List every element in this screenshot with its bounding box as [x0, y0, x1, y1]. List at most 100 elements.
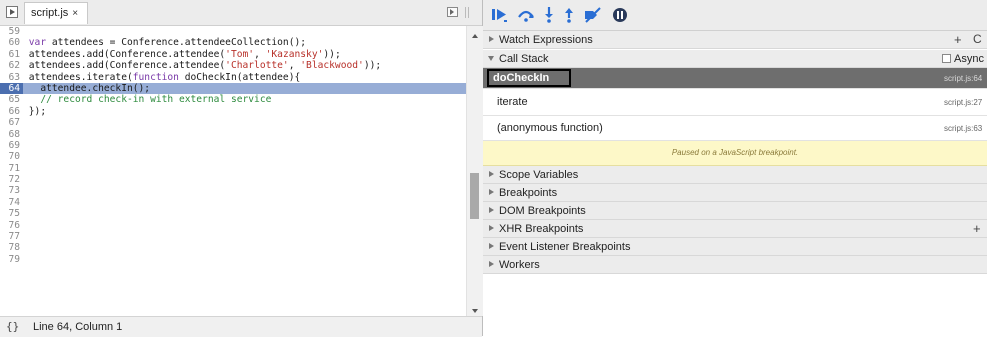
- code-token: doCheckIn(attendee){: [184, 71, 301, 83]
- step-out-icon[interactable]: [562, 6, 576, 24]
- line-number[interactable]: 71: [0, 163, 23, 174]
- code-line[interactable]: 79: [0, 254, 466, 265]
- line-number[interactable]: 70: [0, 151, 23, 162]
- code-line[interactable]: 69: [0, 140, 466, 151]
- line-number[interactable]: 78: [0, 242, 23, 253]
- scrollbar-thumb[interactable]: [470, 173, 479, 219]
- code-token: attendees.add(Conference.attendee(: [28, 48, 226, 60]
- call-stack-section[interactable]: Call Stack Async: [483, 50, 987, 68]
- tab-label: script.js: [31, 7, 69, 19]
- code-line-current[interactable]: 64 attendee.checkIn();: [0, 82, 466, 95]
- code-line[interactable]: 78: [0, 242, 466, 253]
- code-area[interactable]: 59 60 var attendees = Conference.attende…: [0, 26, 466, 316]
- line-number[interactable]: 66: [0, 106, 23, 117]
- refresh-watch-icon[interactable]: C: [973, 32, 982, 46]
- line-number[interactable]: 60: [0, 37, 23, 48]
- call-frame-iterate[interactable]: iterate script.js:27: [483, 89, 987, 116]
- dom-breakpoints-section[interactable]: DOM Breakpoints: [483, 202, 987, 220]
- line-number[interactable]: 76: [0, 220, 23, 231]
- code-token: var: [28, 37, 52, 49]
- gutter-space: [23, 231, 29, 242]
- code-line[interactable]: 67: [0, 117, 466, 128]
- call-frame-anonymous[interactable]: (anonymous function) script.js:63: [483, 116, 987, 141]
- watch-expressions-section[interactable]: Watch Expressions + C: [483, 31, 987, 49]
- code-line[interactable]: 76: [0, 220, 466, 231]
- code-line[interactable]: 71: [0, 163, 466, 174]
- frame-location[interactable]: script.js:64: [944, 74, 982, 83]
- line-number[interactable]: 63: [0, 72, 23, 83]
- section-label: XHR Breakpoints: [499, 223, 584, 235]
- code-token: // record check-in with external service: [28, 94, 272, 106]
- code-line[interactable]: 65 // record check-in with external serv…: [0, 94, 466, 105]
- xhr-breakpoints-section[interactable]: XHR Breakpoints +: [483, 220, 987, 238]
- section-label: DOM Breakpoints: [499, 205, 586, 217]
- paused-message: Paused on a JavaScript breakpoint.: [671, 148, 799, 157]
- code-line[interactable]: 66 });: [0, 106, 466, 117]
- line-number[interactable]: 62: [0, 60, 23, 71]
- frame-location[interactable]: script.js:27: [944, 98, 982, 107]
- code-line[interactable]: 73: [0, 185, 466, 196]
- add-xhr-breakpoint-icon[interactable]: +: [973, 221, 981, 236]
- line-number[interactable]: 72: [0, 174, 23, 185]
- line-number[interactable]: 64: [0, 82, 23, 95]
- resume-icon[interactable]: [491, 6, 509, 24]
- code-line[interactable]: 63 attendees.iterate(function doCheckIn(…: [0, 72, 466, 83]
- code-line[interactable]: 62 attendees.add(Conference.attendee('Ch…: [0, 60, 466, 71]
- scroll-down-icon[interactable]: [472, 309, 478, 313]
- line-number[interactable]: 79: [0, 254, 23, 265]
- tab-script-js[interactable]: script.js ×: [24, 2, 88, 24]
- async-checkbox[interactable]: [942, 54, 951, 63]
- show-navigator-icon[interactable]: [6, 6, 18, 18]
- scroll-up-icon[interactable]: [472, 34, 478, 38]
- add-watch-icon[interactable]: +: [954, 32, 962, 47]
- line-number[interactable]: 77: [0, 231, 23, 242]
- frame-name: doCheckIn: [493, 72, 550, 84]
- line-number[interactable]: 73: [0, 185, 23, 196]
- gutter-space: [23, 220, 29, 231]
- scope-variables-section[interactable]: Scope Variables: [483, 166, 987, 184]
- expand-triangle-icon: [489, 225, 494, 231]
- code-line[interactable]: 61 attendees.add(Conference.attendee('To…: [0, 49, 466, 60]
- frame-name: (anonymous function): [497, 122, 603, 134]
- code-token: });: [28, 105, 47, 117]
- divider: [468, 7, 469, 18]
- step-into-icon[interactable]: [542, 6, 556, 24]
- workers-section[interactable]: Workers: [483, 256, 987, 274]
- editor-scrollbar[interactable]: [466, 26, 483, 316]
- line-number[interactable]: 67: [0, 117, 23, 128]
- line-number[interactable]: 74: [0, 197, 23, 208]
- section-label: Workers: [499, 259, 540, 271]
- code-line[interactable]: 60 var attendees = Conference.attendeeCo…: [0, 37, 466, 48]
- gutter-space: [23, 197, 29, 208]
- show-debugger-icon[interactable]: [447, 7, 458, 17]
- code-line[interactable]: 70: [0, 151, 466, 162]
- line-number[interactable]: 68: [0, 129, 23, 140]
- line-number[interactable]: 61: [0, 49, 23, 60]
- gutter-space: [23, 151, 29, 162]
- line-number[interactable]: 69: [0, 140, 23, 151]
- pretty-print-icon[interactable]: {}: [6, 320, 19, 333]
- frame-location[interactable]: script.js:63: [944, 124, 982, 133]
- pause-on-exceptions-icon[interactable]: [611, 6, 629, 24]
- event-listener-breakpoints-section[interactable]: Event Listener Breakpoints: [483, 238, 987, 256]
- line-number[interactable]: 59: [0, 26, 23, 37]
- code-line[interactable]: 77: [0, 231, 466, 242]
- async-label: Async: [954, 53, 984, 65]
- step-over-icon[interactable]: [517, 6, 535, 24]
- line-number[interactable]: 65: [0, 94, 23, 105]
- code-line[interactable]: 74: [0, 197, 466, 208]
- gutter-space: [23, 254, 29, 265]
- tab-close-icon[interactable]: ×: [72, 8, 78, 19]
- code-line[interactable]: 59: [0, 26, 466, 37]
- deactivate-breakpoints-icon[interactable]: [583, 6, 603, 24]
- call-frame-doCheckIn[interactable]: doCheckIn script.js:64: [483, 68, 987, 89]
- code-token: attendees = Conference.attendeeCollectio…: [51, 37, 307, 49]
- code-line[interactable]: 75: [0, 208, 466, 219]
- gutter-space: [23, 129, 29, 140]
- breakpoints-section[interactable]: Breakpoints: [483, 184, 987, 202]
- code-token: attendees.add(Conference.attendee(: [28, 60, 226, 72]
- expand-triangle-icon: [489, 261, 494, 267]
- line-number[interactable]: 75: [0, 208, 23, 219]
- code-line[interactable]: 68: [0, 129, 466, 140]
- code-line[interactable]: 72: [0, 174, 466, 185]
